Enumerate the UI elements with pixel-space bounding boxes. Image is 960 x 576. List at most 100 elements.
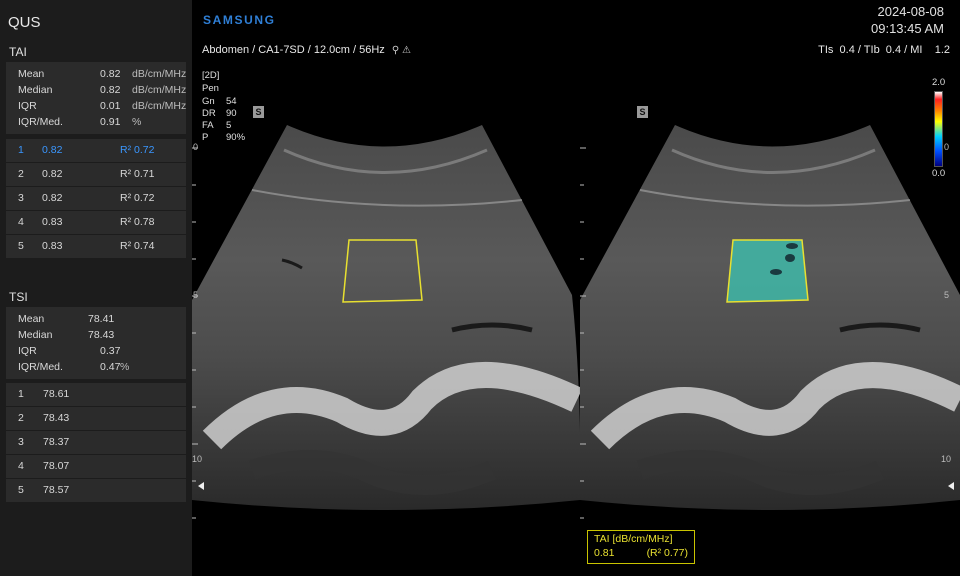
result-r2: (R² 0.77): [646, 547, 688, 559]
measurement-value: 0.83: [42, 240, 63, 252]
depth-label-0-right: 0: [944, 142, 950, 152]
date-display: 2024-08-08: [877, 4, 945, 19]
measurement-r2: R² 0.78: [120, 216, 155, 228]
probe-icon: ⚲ ⚠: [391, 45, 411, 56]
tai-summary-row: IQR 0.01 dB/cm/MHz: [18, 99, 188, 113]
tai-measurement-1[interactable]: 1 0.82 R² 0.72: [6, 139, 186, 162]
measurement-value: 78.61: [43, 388, 70, 400]
param-row-gain: Gn 54: [202, 96, 237, 107]
tsi-measurement-3[interactable]: 3 78.37: [6, 431, 186, 454]
stat-value: 0.01: [100, 100, 121, 112]
measurement-r2: R² 0.72: [120, 192, 155, 204]
stat-unit: %: [132, 116, 142, 128]
stat-value: 0.91: [100, 116, 121, 128]
stat-unit: dB/cm/MHz: [132, 100, 187, 112]
tai-measurement-2[interactable]: 2 0.82 R² 0.71: [6, 163, 186, 186]
probe-info: Abdomen / CA1-7SD / 12.0cm / 56Hz ⚲ ⚠: [202, 44, 411, 56]
param-label: P: [202, 132, 209, 143]
stat-unit: %: [120, 361, 130, 373]
param-label: DR: [202, 108, 216, 119]
stat-label: IQR/Med.: [18, 116, 63, 128]
pen-label: Pen: [202, 83, 219, 94]
tai-summary-row: IQR/Med. 0.91 %: [18, 115, 188, 129]
depth-label-10-right: 10: [941, 454, 952, 464]
thermal-index-info: TIs 0.4 / TIb 0.4 / MI 1.2: [818, 44, 950, 56]
tsi-summary-row: IQR/Med. 0.47 %: [18, 360, 188, 374]
measurement-value: 78.57: [43, 484, 70, 496]
map-spot: [770, 269, 782, 275]
param-label: Gn: [202, 96, 215, 107]
measurement-index: 5: [18, 240, 24, 252]
tsi-section-title: TSI: [9, 290, 28, 304]
param-row-power: P 90%: [202, 132, 245, 143]
ultrasound-images: [192, 125, 960, 519]
probe-info-text: Abdomen / CA1-7SD / 12.0cm / 56Hz: [202, 44, 385, 56]
stat-label: IQR: [18, 345, 37, 357]
measurement-r2: R² 0.74: [120, 240, 155, 252]
tai-measurement-3[interactable]: 3 0.82 R² 0.72: [6, 187, 186, 210]
depth-label-0: 0: [193, 142, 199, 152]
tsi-summary-row: IQR 0.37: [18, 344, 188, 358]
mode-label: [2D]: [202, 70, 220, 81]
measurement-index: 4: [18, 460, 24, 472]
stat-label: IQR: [18, 100, 37, 112]
param-value: 90%: [226, 132, 246, 143]
tsi-measurement-5[interactable]: 5 78.57: [6, 479, 186, 502]
measurement-index: 5: [18, 484, 24, 496]
stat-value: 78.43: [88, 329, 115, 341]
param-row-dr: DR 90: [202, 108, 237, 119]
measurement-r2: R² 0.71: [120, 168, 155, 180]
measurement-index: 1: [18, 388, 24, 400]
param-value: 54: [226, 96, 237, 107]
param-label: FA: [202, 120, 214, 131]
param-row-fa: FA 5: [202, 120, 231, 131]
stat-unit: dB/cm/MHz: [132, 68, 187, 80]
s-badge-left[interactable]: S: [253, 106, 264, 118]
left-sector-image: [192, 125, 583, 510]
measurement-index: 2: [18, 412, 24, 424]
colorbar-max: 2.0: [932, 77, 946, 88]
map-spot: [785, 254, 795, 262]
stat-value: 78.41: [88, 313, 115, 325]
measurement-index: 2: [18, 168, 24, 180]
result-value: 0.81: [594, 547, 615, 559]
stat-value: 0.47: [100, 361, 121, 373]
tsi-measurement-2[interactable]: 2 78.43: [6, 407, 186, 430]
stat-label: Median: [18, 329, 53, 341]
stat-label: Mean: [18, 68, 45, 80]
param-value: 5: [226, 120, 232, 131]
measurement-value: 0.82: [42, 144, 63, 156]
measurement-value: 0.82: [42, 168, 63, 180]
measurement-value: 0.82: [42, 192, 63, 204]
depth-label-5-right: 5: [944, 290, 950, 300]
ultrasound-viewport: 0 5 10 0 5 10: [192, 0, 960, 576]
measurement-index: 4: [18, 216, 24, 228]
time-display: 09:13:45 AM: [871, 21, 944, 36]
tsi-measurement-4[interactable]: 4 78.07: [6, 455, 186, 478]
stat-value: 0.82: [100, 84, 121, 96]
tsi-measurement-1[interactable]: 1 78.61: [6, 383, 186, 406]
brand-logo: SAMSUNG: [203, 13, 276, 27]
measurement-value: 78.43: [43, 412, 70, 424]
right-sector-image: [580, 125, 960, 510]
roi-box-right[interactable]: [726, 239, 809, 303]
measurement-index: 3: [18, 436, 24, 448]
tai-measurement-4[interactable]: 4 0.83 R² 0.78: [6, 211, 186, 234]
measurement-value: 78.37: [43, 436, 70, 448]
tai-summary-box: Mean 0.82 dB/cm/MHz Median 0.82 dB/cm/MH…: [6, 62, 186, 134]
stat-value: 0.82: [100, 68, 121, 80]
result-title: TAI [dB/cm/MHz]: [594, 533, 673, 545]
app-title: QUS: [8, 14, 41, 31]
measurement-value: 78.07: [43, 460, 70, 472]
tai-measurement-5[interactable]: 5 0.83 R² 0.74: [6, 235, 186, 258]
left-panel: QUS TAI Mean 0.82 dB/cm/MHz Median 0.82 …: [0, 0, 192, 576]
tai-summary-row: Median 0.82 dB/cm/MHz: [18, 83, 188, 97]
stat-value: 0.37: [100, 345, 121, 357]
map-spot: [786, 243, 798, 249]
tsi-summary-row: Median 78.43: [18, 328, 188, 342]
param-value: 90: [226, 108, 237, 119]
tsi-summary-row: Mean 78.41: [18, 312, 188, 326]
color-scale-bar: [934, 91, 943, 167]
stat-label: Mean: [18, 313, 45, 325]
s-badge-right[interactable]: S: [637, 106, 648, 118]
